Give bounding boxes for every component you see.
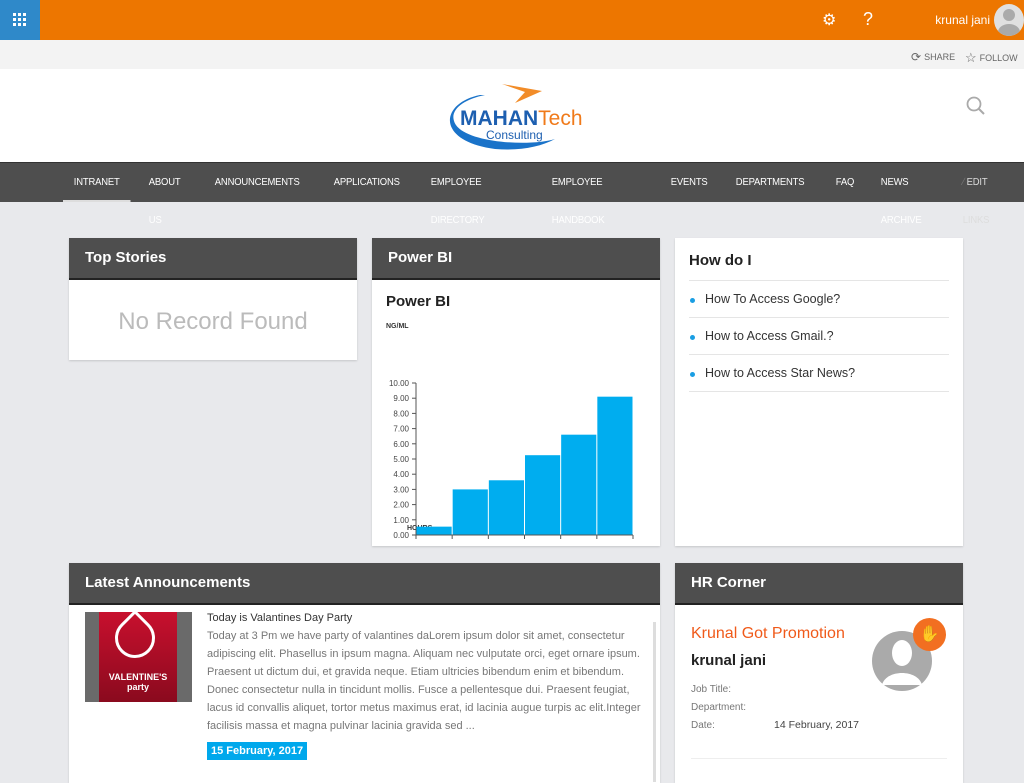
nav-news-archive[interactable]: NEWS ARCHIVE [870, 163, 949, 226]
bar [597, 396, 633, 535]
help-icon[interactable]: ? [863, 9, 873, 30]
panel-title: How do I [689, 252, 949, 281]
announcement-title[interactable]: Today is Valantines Day Party [207, 612, 352, 624]
panel-title: Latest Announcements [69, 563, 660, 605]
y-tick-label: 6.00 [393, 440, 409, 449]
y-tick-label: 2.00 [393, 501, 409, 510]
user-name[interactable]: krunal jani [935, 13, 990, 27]
edit-links-button[interactable]: ∕ EDIT LINKS [952, 163, 1017, 226]
nav-employee-directory[interactable]: EMPLOYEE DIRECTORY [420, 163, 529, 226]
nav-employee-handbook[interactable]: EMPLOYEE HANDBOOK [541, 163, 649, 226]
power-bi-panel: Power BI Power BI NG/MLHOURS0.001.002.00… [372, 238, 660, 546]
top-bar: ⚙ ? krunal jani [0, 0, 1024, 40]
link-item[interactable]: How to Access Star News? [689, 355, 949, 392]
y-tick-label: 5.00 [393, 455, 409, 464]
y-tick-label: 3.00 [393, 485, 409, 494]
nav-about-us[interactable]: ABOUT US [138, 163, 198, 226]
bar [525, 455, 561, 535]
y-tick-label: 1.00 [393, 516, 409, 525]
bar-chart: NG/MLHOURS0.001.002.003.004.005.006.007.… [386, 323, 634, 540]
site-header: MAHANTech Consulting [0, 69, 1024, 162]
clapping-hands-icon: ✋ [913, 618, 946, 651]
follow-button[interactable]: ☆ FOLLOW [965, 50, 1018, 66]
link-item[interactable]: How to Access Gmail.? [689, 318, 949, 355]
nav-applications[interactable]: APPLICATIONS [323, 163, 411, 202]
top-stories-panel: Top Stories No Record Found [69, 238, 357, 360]
bar [452, 489, 488, 535]
bar [416, 526, 452, 535]
search-icon[interactable] [966, 96, 986, 116]
gear-icon[interactable]: ⚙ [822, 10, 836, 30]
y-tick-label: 9.00 [393, 394, 409, 403]
scrollbar[interactable] [653, 622, 656, 782]
nav-events[interactable]: EVENTS [660, 163, 718, 202]
site-logo[interactable]: MAHANTech Consulting [440, 81, 595, 151]
svg-text:MAHANTech: MAHANTech [460, 107, 583, 130]
employee-name: krunal jani [691, 652, 767, 669]
announcements-panel: Latest Announcements VALENTINE'S party T… [69, 563, 660, 783]
bar [488, 480, 524, 535]
announcement-item[interactable]: VALENTINE'S party Today is Valantines Da… [69, 602, 660, 782]
empty-message: No Record Found [118, 308, 308, 335]
share-button[interactable]: ⟳ SHARE [911, 50, 955, 64]
y-tick-label: 8.00 [393, 409, 409, 418]
promotion-date: 14 February, 2017 [774, 719, 860, 731]
panel-title: Top Stories [69, 238, 357, 280]
y-tick-label: 7.00 [393, 425, 409, 434]
y-tick-label: 4.00 [393, 470, 409, 479]
action-bar: ⟳ SHARE ☆ FOLLOW [0, 40, 1024, 69]
panel-title: HR Corner [675, 563, 963, 605]
how-do-i-panel: How do I How To Access Google? How to Ac… [675, 238, 963, 546]
nav-departments[interactable]: DEPARTMENTS [725, 163, 815, 202]
svg-text:Consulting: Consulting [486, 128, 543, 142]
hr-corner-panel: HR Corner Krunal Got Promotion krunal ja… [675, 563, 963, 783]
panel-title: Power BI [372, 238, 660, 280]
y-tick-label: 10.00 [389, 379, 410, 388]
avatar[interactable] [994, 4, 1024, 36]
app-launcher-button[interactable] [0, 0, 40, 40]
y-axis-label: NG/ML [386, 323, 409, 330]
share-icon: ⟳ [911, 50, 922, 64]
nav-faq[interactable]: FAQ [825, 163, 865, 202]
y-tick-label: 0.00 [393, 531, 409, 540]
app-launcher-icon [13, 13, 26, 26]
bar [561, 434, 597, 535]
top-navigation: INTRANET ABOUT US ANNOUNCEMENTS APPLICAT… [0, 162, 1024, 226]
hr-headline[interactable]: Krunal Got Promotion [691, 625, 845, 643]
divider [691, 758, 947, 759]
star-icon: ☆ [965, 50, 977, 65]
announcement-body: Today at 3 Pm we have party of valantine… [207, 630, 641, 732]
nav-announcements[interactable]: ANNOUNCEMENTS [204, 163, 310, 202]
link-item[interactable]: How To Access Google? [689, 281, 949, 318]
announcement-image[interactable]: VALENTINE'S party [85, 609, 192, 702]
announcement-date: 15 February, 2017 [207, 742, 308, 760]
nav-intranet[interactable]: INTRANET [63, 163, 131, 202]
